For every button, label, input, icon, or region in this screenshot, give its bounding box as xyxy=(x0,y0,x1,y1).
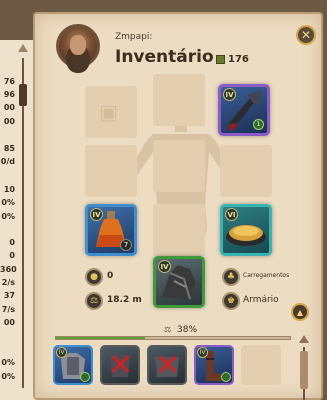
inventory-scrollbar[interactable] xyxy=(299,335,309,400)
wardrobe-button[interactable]: ♚ xyxy=(222,292,240,310)
stat-value: 00 xyxy=(3,117,15,126)
tier-badge: IV xyxy=(197,347,208,358)
quality-badge xyxy=(221,372,231,382)
scroll-thumb[interactable] xyxy=(19,84,27,106)
stat-value: 0% xyxy=(1,198,15,207)
stat-value: 00 xyxy=(3,318,15,327)
inventory-item[interactable]: IV xyxy=(53,345,93,385)
inventory-item[interactable]: ✕ xyxy=(100,345,140,385)
stat-value: 37 xyxy=(3,291,15,300)
weight-scale-icon: ⚖ xyxy=(164,325,172,334)
stat-value: 0/d xyxy=(0,157,15,166)
silver-value: 0 xyxy=(107,271,114,281)
page-title: Inventário xyxy=(115,47,214,67)
scroll-up-arrow-icon[interactable] xyxy=(299,335,309,343)
mount-slot[interactable]: IV xyxy=(153,256,205,308)
inventory-item[interactable]: IV xyxy=(194,345,234,385)
inventory-empty-slot[interactable] xyxy=(241,345,281,385)
stat-value: 7/s xyxy=(1,305,15,314)
loadouts-label[interactable]: Carregamentos xyxy=(243,272,289,279)
bag-slot[interactable]: ▣ xyxy=(85,86,137,138)
player-avatar[interactable] xyxy=(56,24,100,68)
broken-x-icon: ✕ xyxy=(155,348,181,383)
stats-scrollbar[interactable] xyxy=(18,44,28,394)
stat-value: 96 xyxy=(3,90,15,99)
weapon-slot[interactable]: IV 1 xyxy=(218,84,270,136)
close-button[interactable]: ✕ xyxy=(296,25,316,45)
bag-icon: ▣ xyxy=(99,100,118,124)
fame-value: 176 xyxy=(228,54,249,65)
scroll-up-arrow-icon[interactable] xyxy=(18,44,28,52)
broken-x-icon: ✕ xyxy=(108,348,134,383)
weight-icon: ⚖ xyxy=(85,292,103,310)
wardrobe-label[interactable]: Armário xyxy=(243,295,279,305)
loadouts-button[interactable]: ♣ xyxy=(222,268,240,286)
inventory-panel: Zmpapi: Inventário 176 ✕ ▣ IV 1 IV 7 VI … xyxy=(33,12,323,400)
shoes-slot[interactable] xyxy=(153,204,205,256)
quality-badge: 1 xyxy=(253,119,264,130)
scroll-track xyxy=(22,58,24,388)
close-icon: ✕ xyxy=(300,28,312,42)
tier-badge: IV xyxy=(56,347,67,358)
scroll-up-button[interactable]: ▲ xyxy=(291,303,309,321)
stat-value: 0 xyxy=(9,238,15,247)
cape-slot[interactable] xyxy=(220,145,272,197)
inventory-item[interactable]: ✕ xyxy=(147,345,187,385)
stat-value: 360 xyxy=(0,265,17,274)
tier-badge: IV xyxy=(158,260,171,273)
chevron-up-icon: ▲ xyxy=(296,307,304,317)
weight-bar-fill xyxy=(56,337,145,339)
stat-value: 0% xyxy=(1,212,15,221)
armor-slot[interactable] xyxy=(153,140,205,192)
scroll-thumb[interactable] xyxy=(300,351,308,389)
stat-value: 85 xyxy=(3,144,15,153)
tier-badge: IV xyxy=(223,88,236,101)
stat-value: 0% xyxy=(1,372,15,381)
stat-value: 0 xyxy=(9,251,15,260)
silver-icon: ● xyxy=(85,268,103,286)
stat-value: 76 xyxy=(3,77,15,86)
player-name: Zmpapi: xyxy=(115,32,153,42)
tier-badge: VI xyxy=(225,208,238,221)
stat-value: 10 xyxy=(3,185,15,194)
quality-badge xyxy=(80,372,90,382)
offhand-slot[interactable] xyxy=(85,145,137,197)
quantity-badge: 7 xyxy=(120,239,132,251)
stat-value: 00 xyxy=(3,103,15,112)
tier-badge: IV xyxy=(90,208,103,221)
stat-value: 0% xyxy=(1,358,15,367)
distance-value: 18.2 m xyxy=(107,295,142,305)
food-slot[interactable]: VI xyxy=(220,204,272,256)
weight-percent: 38% xyxy=(177,325,198,335)
potion-slot[interactable]: IV 7 xyxy=(85,204,137,256)
stat-value: 2/s xyxy=(1,278,15,287)
fame-icon xyxy=(216,55,225,64)
head-slot[interactable] xyxy=(153,74,205,126)
weight-bar xyxy=(55,336,291,340)
